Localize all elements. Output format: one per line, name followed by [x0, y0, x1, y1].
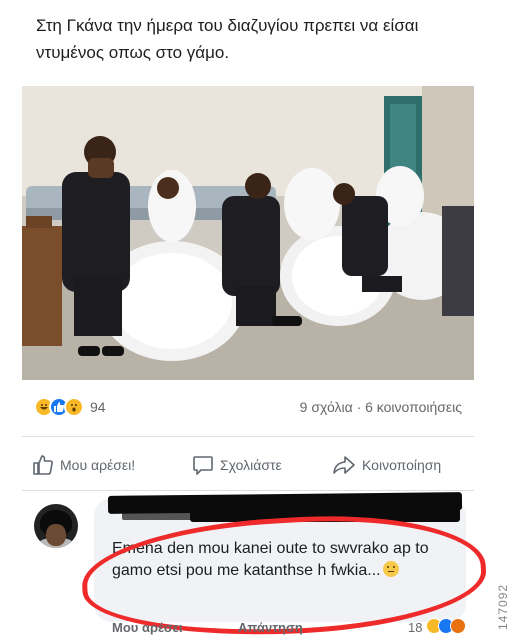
comment-bubble-icon	[192, 454, 214, 476]
avatar[interactable]	[34, 504, 78, 548]
post-actions: Μου αρέσει! Σχολιάστε Κοινοποίηση	[22, 446, 474, 486]
share-button[interactable]: Κοινοποίηση	[332, 454, 441, 476]
wow-icon	[64, 397, 84, 417]
share-arrow-icon	[332, 454, 356, 476]
comment-text: Emena den mou kanei oute to swvrako ap t…	[112, 538, 432, 582]
divider	[22, 436, 474, 437]
post-photo[interactable]	[22, 86, 474, 380]
reactions-summary[interactable]: 94 9 σχόλια · 6 κοινοποιήσεις	[34, 396, 464, 420]
comment-body: Emena den mou kanei oute to swvrako ap t…	[112, 540, 429, 579]
like-button[interactable]: Μου αρέσει!	[32, 454, 135, 476]
watermark-id: 147092	[496, 583, 510, 630]
comment-button-label: Σχολιάστε	[220, 457, 282, 473]
angry-icon	[450, 618, 466, 634]
comment-reaction-icons	[426, 618, 476, 636]
comment-reaction-count[interactable]: 18	[408, 620, 422, 635]
reaction-count[interactable]: 94	[90, 399, 106, 415]
comment: Emena den mou kanei oute to swvrako ap t…	[22, 492, 496, 640]
comment-like-link[interactable]: Μου αρέσει	[112, 620, 183, 635]
post-caption: Στη Γκάνα την ήμερα του διαζυγίου πρεπει…	[36, 16, 419, 62]
comment-button[interactable]: Σχολιάστε	[192, 454, 282, 476]
like-button-label: Μου αρέσει!	[60, 457, 136, 473]
comment-reply-link[interactable]: Απάντηση	[238, 620, 303, 635]
share-button-label: Κοινοποίηση	[362, 457, 442, 473]
comments-shares-stats[interactable]: 9 σχόλια · 6 κοινοποιήσεις	[300, 399, 462, 415]
wedding-photo	[22, 86, 474, 380]
thumbs-up-icon	[32, 454, 54, 476]
thinking-face-icon	[382, 561, 399, 577]
divider	[22, 490, 474, 491]
redaction-bar	[190, 508, 460, 522]
